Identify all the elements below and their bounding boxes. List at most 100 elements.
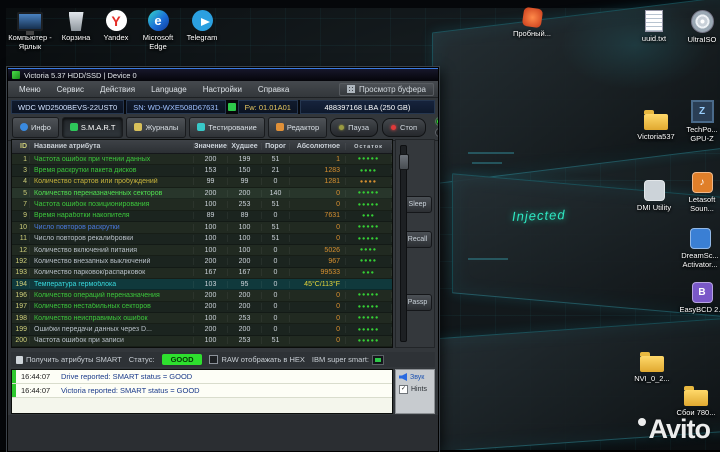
cell-remain: ●●●●: [346, 178, 392, 185]
desktop-icon-gpuz[interactable]: Z TechPo... GPU-Z: [678, 100, 720, 143]
cell-absolute: 7631: [290, 212, 346, 220]
smart-col-header-4[interactable]: Порог: [262, 143, 290, 150]
tab-info[interactable]: Инфо: [12, 116, 59, 138]
cell-worst: 99: [228, 178, 262, 186]
cell-value: 100: [194, 246, 228, 254]
smart-row-7[interactable]: 7 Частота ошибок позиционирования 100 253 51…: [12, 199, 392, 211]
api-radio[interactable]: API: [435, 117, 438, 126]
smart-col-header-0[interactable]: ID: [12, 143, 30, 150]
desktop-icon-dmi-utility[interactable]: DMI Utility: [630, 180, 678, 212]
desktop-icon-telegram[interactable]: Telegram: [178, 10, 226, 42]
grid-icon: [346, 85, 355, 93]
cell-value: 100: [194, 314, 228, 322]
log-line[interactable]: 16:44:07 Drive reported: SMART status = G…: [12, 370, 392, 384]
desktop-icon-yandex[interactable]: Y Yandex: [92, 10, 140, 42]
raw-hex-label: RAW отображать в HEX: [221, 355, 305, 364]
status-badge: GOOD: [161, 354, 203, 365]
cell-value: 200: [194, 155, 228, 163]
smart-row-193[interactable]: 193 Количество парковок/распарковок 167 167…: [12, 267, 392, 279]
menu-item-actions[interactable]: Действия: [93, 84, 142, 95]
smart-row-3[interactable]: 3 Время раскрутки пакета дисков 153 150 21 12…: [12, 165, 392, 177]
edge-icon: e: [147, 10, 169, 31]
passp-button[interactable]: Passp: [403, 294, 432, 311]
menu-item-help[interactable]: Справка: [251, 84, 296, 95]
desktop-icon-victoria537[interactable]: Victoria537: [632, 108, 680, 141]
desktop-icon-label: EasyBCD 2.4: [679, 305, 720, 314]
tab-testing[interactable]: Тестирование: [189, 116, 265, 138]
cell-remain: ●●●●●: [346, 224, 392, 231]
smart-col-header-3[interactable]: Худшее: [228, 143, 262, 150]
cell-id: 10: [12, 223, 30, 231]
ibm-super-smart-toggle[interactable]: IBM super smart:: [311, 354, 385, 365]
smart-row-197[interactable]: 197 Количество нестабильных секторов 200 20…: [12, 301, 392, 314]
cell-absolute: 0: [290, 291, 346, 299]
pause-button[interactable]: Пауза: [330, 117, 378, 137]
smart-row-4[interactable]: 4 Количество стартов или пробуждений 99 99 0…: [12, 176, 392, 189]
smart-row-192[interactable]: 192 Количество внезапных выключений 200 200…: [12, 256, 392, 268]
cell-threshold: 0: [262, 326, 290, 334]
smart-col-header-6[interactable]: Остаток: [346, 143, 392, 150]
raw-hex-checkbox[interactable]: RAW отображать в HEX: [209, 355, 305, 364]
desktop-icon-label: UltraISO: [687, 35, 717, 44]
cell-remain: ●●●●●: [346, 235, 392, 242]
desktop-icon-easybcd[interactable]: B EasyBCD 2.4: [678, 282, 720, 314]
smart-row-12[interactable]: 12 Количество включений питания 100 100 0 502…: [12, 244, 392, 257]
desktop-icon-sboi[interactable]: Сбои 780...: [672, 384, 720, 417]
recall-button[interactable]: Recall: [403, 231, 432, 248]
smart-row-11[interactable]: 11 Число повторов рекалибровки 100 100 51 0 ●●…: [12, 233, 392, 245]
smart-row-1[interactable]: 1 Частота ошибок при чтении данных 200 199 5…: [12, 154, 392, 166]
tab-journals[interactable]: Журналы: [126, 116, 187, 138]
sleep-button[interactable]: Sleep: [403, 196, 432, 213]
get-smart-button[interactable]: Получить атрибуты SMART: [16, 355, 122, 364]
cell-attribute-name: Количество стартов или пробуждений: [30, 178, 194, 186]
smart-table-header: ID Название атрибута Значение Худшее Порог Аб…: [12, 140, 392, 154]
menu-item-language[interactable]: Language: [144, 84, 194, 95]
log-line[interactable]: 16:44:07 Victoria reported: SMART status …: [12, 384, 392, 398]
port-mode-radios: API PIO: [435, 117, 438, 137]
desktop-icon-nvi[interactable]: NVI_0_2...: [628, 350, 676, 383]
stop-button[interactable]: Стоп: [382, 117, 426, 137]
window-title: Victoria 5.37 HDD/SSD | Device 0: [24, 70, 137, 80]
desktop-icon-letasoft[interactable]: ♪ Letasoft Soun...: [678, 172, 720, 213]
buffer-view-button[interactable]: Просмотр буфера: [338, 82, 434, 96]
hints-toggle[interactable]: ✓ Hints: [399, 385, 431, 394]
tab-editor[interactable]: Редактор: [267, 116, 328, 138]
smart-col-header-2[interactable]: Значение: [194, 143, 228, 150]
smart-row-194[interactable]: 194 Температура гермоблока 103 95 0 45°C/113°…: [12, 278, 392, 291]
menu-item-settings[interactable]: Настройки: [196, 84, 249, 95]
smart-row-9[interactable]: 9 Время наработки накопителя 89 89 0 7631 ●●●: [12, 210, 392, 223]
desktop-icon-computer[interactable]: Компьютер - Ярлык: [6, 12, 54, 51]
smart-col-header-5[interactable]: Абсолютное: [290, 143, 346, 150]
cell-absolute: 1281: [290, 178, 346, 186]
tab-smart[interactable]: S.M.A.R.T: [61, 116, 124, 138]
desktop-icon-dreamscene[interactable]: DreamSc... Activator...: [676, 228, 720, 269]
sound-toggle[interactable]: Звук: [399, 373, 431, 381]
smart-row-199[interactable]: 199 Ошибки передачи данных через D... 200 2…: [12, 324, 392, 336]
journals-tab-icon: [134, 123, 143, 131]
side-slider-thumb[interactable]: [399, 154, 409, 170]
menu-item-service[interactable]: Сервис: [50, 84, 91, 95]
desktop-icon-uuid-txt[interactable]: uuid.txt: [630, 10, 678, 43]
cell-absolute: 99533: [290, 269, 346, 277]
cell-worst: 200: [228, 303, 262, 311]
menu-item-menu[interactable]: Меню: [12, 84, 48, 95]
smart-row-200[interactable]: 200 Частота ошибок при записи 100 253 51 0 ●●●…: [12, 335, 392, 347]
smart-row-10[interactable]: 10 Число повторов раскрутки 100 100 51 0 ●●●●●: [12, 222, 392, 234]
speaker-icon: [399, 373, 407, 381]
smart-row-196[interactable]: 196 Количество операций переназначения 200…: [12, 290, 392, 302]
pio-radio[interactable]: PIO: [435, 128, 438, 137]
desktop-icon-ultraiso[interactable]: UltraISO: [678, 10, 720, 44]
cell-value: 167: [194, 269, 228, 277]
side-slider[interactable]: [399, 145, 409, 342]
raw-hex-checkbox-icon: [209, 355, 219, 364]
smart-row-5[interactable]: 5 Количество переназначенных секторов 200 2…: [12, 188, 392, 200]
smart-col-header-1[interactable]: Название атрибута: [30, 143, 194, 150]
desktop-icon-label: DreamSc... Activator...: [681, 251, 719, 269]
window-titlebar[interactable]: Victoria 5.37 HDD/SSD | Device 0: [8, 68, 438, 81]
smart-row-198[interactable]: 198 Количество неисправимых ошибок 100 253 0…: [12, 313, 392, 325]
desktop-icon-probny[interactable]: Пробный...: [508, 6, 556, 38]
avito-text: Avito: [648, 414, 711, 444]
cell-absolute: 0: [290, 201, 346, 209]
desktop-icon-edge[interactable]: e Microsoft Edge: [134, 10, 182, 51]
ibm-label: IBM super smart:: [311, 355, 370, 364]
